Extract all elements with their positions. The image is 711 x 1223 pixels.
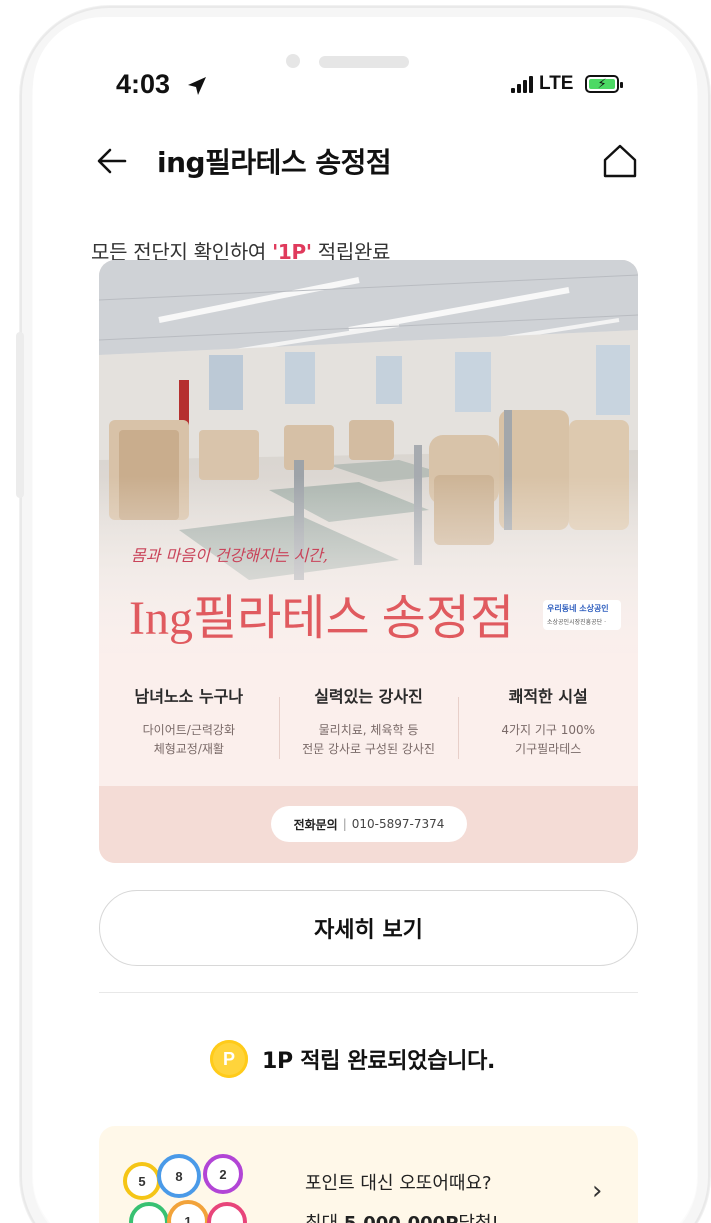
phone-side-button [16,332,24,498]
feature-item: 쾌적한 시설 4가지 기구 100% 기구필라테스 [458,653,638,786]
page-title: ing필라테스 송정점 [157,146,392,179]
flyer-slogan: 몸과 마음이 건강해지는 시간, [131,546,328,565]
lotto-ball: 2 [203,1154,243,1194]
arrow-left-icon[interactable] [95,144,129,178]
flyer-brand: Ing필라테스 송정점 [129,592,515,645]
earned-text: 1P 적립 완료되었습니다. [262,1049,496,1074]
battery-icon: ⚡ [585,75,624,93]
phone-contact-button[interactable]: 전화문의 | 010-5897-7374 [271,806,467,842]
lotto-ball [207,1202,247,1223]
screen: 4:03 LTE ⚡ ing필라테스 송정점 모든 전단지 확인하여 '1P' … [33,17,697,1223]
network-label: LTE [539,73,574,94]
feature-item: 실력있는 강사진 물리치료, 체육학 등 전문 강사로 구성된 강사진 [278,653,459,786]
feature-title: 실력있는 강사진 [314,687,423,706]
signal-icon [511,75,533,93]
flyer-features: 남녀노소 누구나 다이어트/근력강화 체형교정/재활 실력있는 강사진 물리치료… [99,653,638,786]
speaker-bar [319,56,409,68]
lotto-amount: 5,000,000P [344,1213,459,1223]
status-time: 4:03 [116,69,171,99]
flyer-card: 몸과 마음이 건강해지는 시간, Ing필라테스 송정점 우리동네 소상공인 소… [99,260,638,863]
feature-title: 남녀노소 누구나 [134,687,244,706]
badge-line1: 우리동네 소상공인 [547,604,609,613]
status-right: LTE ⚡ [511,73,624,95]
location-arrow-icon [188,77,206,95]
lotto-banner[interactable]: 5 8 2 1 포인트 대신 오또어때요? 최대 5,000,000P당첨! › [99,1126,638,1223]
home-icon[interactable] [600,141,640,181]
lotto-ball [129,1202,169,1223]
lotto-ball: 5 [123,1162,161,1200]
feature-desc: 물리치료, 체육학 등 전문 강사로 구성된 강사진 [302,723,435,756]
point-coin-icon: P [210,1040,248,1078]
lotto-line2: 최대 5,000,000P당첨! [305,1209,499,1223]
camera-dot [286,54,300,68]
contact-label: 전화문의 [293,817,338,832]
feature-item: 남녀노소 누구나 다이어트/근력강화 체형교정/재활 [99,653,279,786]
lotto-line1: 포인트 대신 오또어때요? [305,1173,492,1194]
contact-phone: 010-5897-7374 [351,817,445,831]
lotto-ball: 1 [167,1200,209,1223]
feature-desc: 다이어트/근력강화 체형교정/재활 [142,723,236,756]
view-details-button[interactable]: 자세히 보기 [99,890,638,966]
lotto-ball: 8 [157,1154,201,1198]
divider [99,992,638,993]
contact-separator: | [342,817,347,831]
feature-title: 쾌적한 시설 [508,687,588,706]
local-business-badge: 우리동네 소상공인 소상공인시장진흥공단 · [543,600,621,630]
badge-line2: 소상공인시장진흥공단 · [547,619,607,626]
feature-desc: 4가지 기구 100% 기구필라테스 [501,723,596,756]
points-earned-message: P 1P 적립 완료되었습니다. [210,1040,495,1078]
contact-area: 전화문의 | 010-5897-7374 [99,786,638,863]
chevron-right-icon: › [592,1176,603,1206]
